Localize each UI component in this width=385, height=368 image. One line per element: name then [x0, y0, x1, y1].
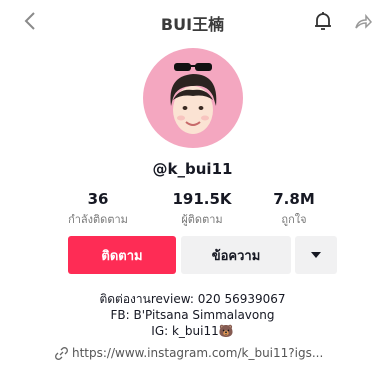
- likes-count: 7.8M: [273, 190, 315, 208]
- following-label: กำลังติดตาม: [68, 213, 128, 226]
- bio-line: FB: B'Pitsana Simmalavong: [110, 308, 275, 322]
- top-bar: BUI王楠: [0, 0, 385, 44]
- bio-link-text[interactable]: https://www.instagram.com/k_bui11?igs...: [72, 346, 323, 360]
- followers-count: 191.5K: [172, 190, 232, 208]
- bio-line: ติดต่องานreview: 020 56939067: [99, 292, 286, 306]
- stat-likes: 7.8M ถูกใจ: [249, 190, 339, 228]
- bio-line: IG: k_bui11🐻: [151, 324, 234, 338]
- avatar[interactable]: [143, 48, 243, 148]
- bio-link[interactable]: https://www.instagram.com/k_bui11?igs...: [55, 346, 323, 360]
- bio: ติดต่องานreview: 020 56939067 FB: B'Pits…: [0, 291, 385, 339]
- stat-following[interactable]: 36 กำลังติดตาม: [53, 190, 143, 228]
- link-icon: [55, 346, 68, 360]
- likes-label: ถูกใจ: [281, 213, 307, 226]
- following-count: 36: [87, 190, 109, 208]
- chevron-down-icon: [311, 252, 321, 258]
- username: @k_bui11: [152, 160, 233, 178]
- more-button[interactable]: [295, 236, 337, 274]
- stat-followers[interactable]: 191.5K ผู้ติดตาม: [157, 190, 247, 228]
- share-icon[interactable]: [352, 12, 372, 32]
- message-button[interactable]: ข้อความ: [181, 236, 291, 274]
- bell-icon[interactable]: [311, 9, 335, 33]
- follow-button[interactable]: ติดตาม: [68, 236, 176, 274]
- followers-label: ผู้ติดตาม: [181, 213, 223, 226]
